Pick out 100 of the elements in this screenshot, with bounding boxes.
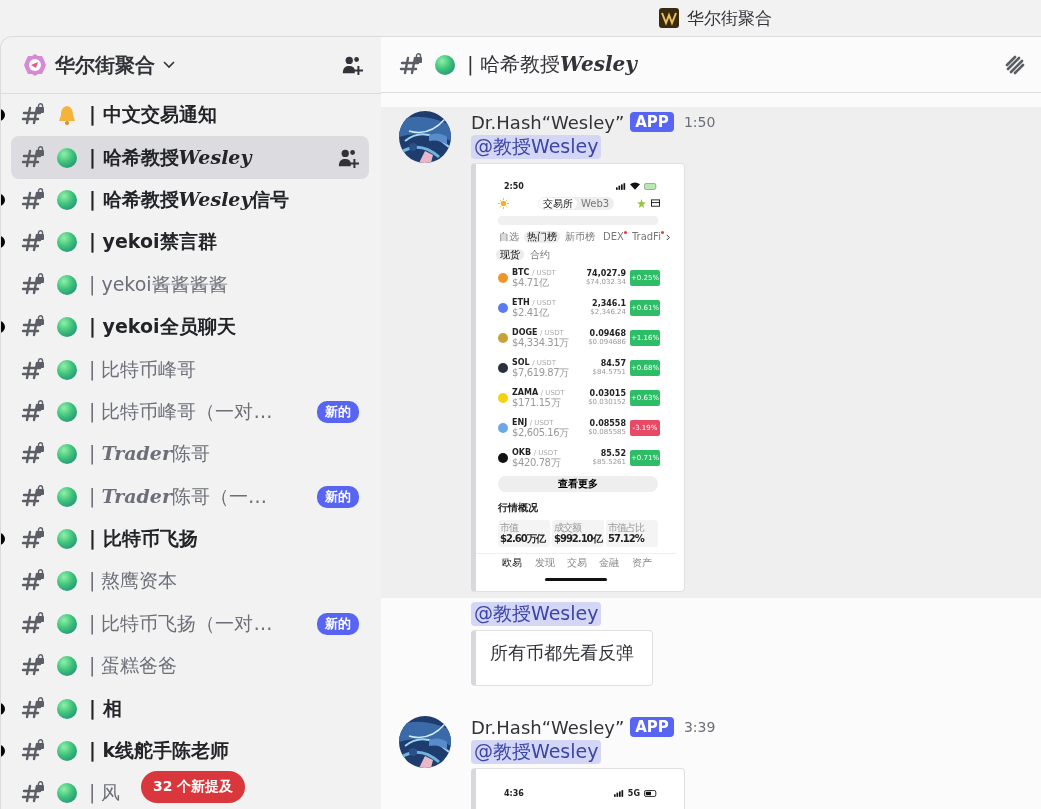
- app-tag: APP: [630, 112, 674, 132]
- channel-name: | yekoi全员聊天: [89, 314, 236, 340]
- channel-item[interactable]: | Trader陈哥: [11, 433, 220, 476]
- market-tab[interactable]: 自选: [496, 231, 522, 243]
- battery-icon: [644, 790, 658, 798]
- coin-volume: $7,619.87万: [512, 367, 569, 379]
- locked-channel-icon: [21, 399, 45, 424]
- locked-channel-icon: [399, 52, 423, 77]
- scan-icon[interactable]: [651, 199, 660, 209]
- coin-volume: $4,334.31万: [512, 337, 569, 349]
- coin-price: 2,346.1: [592, 300, 626, 309]
- author-name[interactable]: Dr.Hash“Wesley”: [471, 716, 625, 738]
- coin-volume: $2.41亿: [512, 307, 550, 319]
- coin-price: 0.09468: [589, 330, 626, 339]
- new-mentions-button[interactable]: 32 个新提及: [141, 771, 246, 803]
- channel-item[interactable]: | 相: [11, 687, 132, 730]
- channel-item[interactable]: | Trader陈哥（一… 新的: [11, 475, 369, 518]
- market-tab[interactable]: TradFi: [628, 231, 664, 243]
- ball-icon: [57, 317, 77, 338]
- mention[interactable]: @教授Wesley: [471, 740, 602, 764]
- stat-card: 市值 $2.60万亿: [498, 519, 550, 547]
- app-tag: APP: [630, 717, 674, 738]
- market-subtab[interactable]: 合约: [526, 248, 554, 261]
- locked-channel-icon: [21, 357, 45, 382]
- mention[interactable]: @教授Wesley: [471, 135, 602, 159]
- section-title: 行情概况: [497, 502, 539, 514]
- channel-item[interactable]: | 比特币飞扬: [11, 517, 208, 561]
- channel-item[interactable]: | 比特币峰哥: [11, 348, 207, 391]
- coin-price: 0.03015: [589, 390, 626, 399]
- channel-item[interactable]: | k线舵手陈老师: [11, 729, 240, 773]
- mode-tab[interactable]: Web3: [577, 197, 614, 210]
- ball-icon: [57, 444, 77, 465]
- channel-item[interactable]: | 蛋糕爸爸: [11, 645, 188, 688]
- mention[interactable]: @教授Wesley: [471, 602, 602, 627]
- ball-icon: [57, 656, 77, 677]
- nav-item[interactable]: 欧易: [502, 556, 523, 569]
- battery-icon: [644, 182, 658, 190]
- channel-name: | Trader陈哥: [89, 441, 210, 467]
- window-title: 华尔街聚合: [687, 6, 772, 30]
- new-badge: 新的: [317, 485, 359, 508]
- coin-volume: $171.15万: [512, 397, 562, 409]
- new-badge: 新的: [317, 612, 359, 635]
- channel-item[interactable]: | 中文交易通知: [11, 94, 227, 137]
- channel-item[interactable]: | yekoi全员聊天: [11, 305, 246, 349]
- channel-item[interactable]: | 熬鹰资本: [11, 560, 188, 603]
- locked-channel-icon: [21, 484, 45, 509]
- view-more-button[interactable]: 查看更多: [498, 476, 658, 493]
- chevron-icon[interactable]: [163, 61, 175, 69]
- bell-icon: [57, 105, 77, 126]
- market-subtab[interactable]: 现货: [496, 248, 524, 261]
- status-time: 4:36: [504, 788, 524, 799]
- channel-item[interactable]: | yekoi酱酱酱酱: [11, 263, 238, 306]
- ball-icon: [57, 783, 77, 804]
- coin-price: 74,027.9: [586, 270, 626, 279]
- ball-icon: [57, 232, 77, 253]
- status-time: 2:50: [504, 181, 524, 191]
- coin-price: 85.52: [600, 450, 626, 459]
- ball-icon: [57, 359, 77, 380]
- market-tab[interactable]: 热门榜: [524, 231, 560, 243]
- market-tab[interactable]: 新币榜: [562, 231, 598, 243]
- timestamp: 3:39: [683, 719, 716, 736]
- locked-channel-icon: [21, 696, 45, 721]
- channel-name: | k线舵手陈老师: [89, 738, 230, 764]
- ball-icon: [57, 486, 77, 507]
- channel-name: | 比特币飞扬（一对…: [89, 610, 273, 637]
- ball-icon: [57, 698, 77, 719]
- channel-item[interactable]: | 比特币峰哥（一对… 新的: [11, 390, 369, 434]
- channel-item[interactable]: | 哈希教授Wesley: [11, 136, 369, 179]
- server-name[interactable]: 华尔街聚合: [55, 51, 155, 79]
- signal-icon: [616, 182, 626, 190]
- channel-name: | 哈希教授Wesley信号: [89, 186, 290, 213]
- channel-item[interactable]: | 哈希教授Wesley信号: [11, 178, 300, 222]
- chevron-icon[interactable]: [665, 233, 671, 241]
- stat-card: 市值占比 57.12%: [606, 519, 658, 547]
- nav-item[interactable]: 金融: [599, 556, 620, 569]
- mode-tab[interactable]: 交易所: [539, 197, 577, 210]
- author-name[interactable]: Dr.Hash“Wesley”: [471, 111, 625, 133]
- ball-icon: [57, 274, 77, 295]
- channel-item[interactable]: | 比特币飞扬（一对… 新的: [11, 602, 369, 646]
- star-icon[interactable]: [637, 199, 646, 209]
- ball-icon: [57, 741, 77, 762]
- channel-name: | 熬鹰资本: [89, 568, 178, 594]
- nav-item[interactable]: 资产: [631, 556, 652, 569]
- channel-name: | 相: [89, 695, 122, 722]
- coin-volume: $4.71亿: [512, 277, 550, 289]
- channel-name: | 比特币飞扬: [89, 526, 198, 552]
- market-tab[interactable]: DEX: [600, 231, 627, 243]
- invite-icon[interactable]: [341, 54, 363, 76]
- channel-name: | 比特币峰哥（一对…: [89, 398, 273, 425]
- channel-item[interactable]: | 风: [11, 772, 131, 809]
- locked-channel-icon: [21, 187, 45, 212]
- signal-icon: [613, 790, 624, 798]
- locked-channel-icon: [21, 272, 45, 297]
- logo-icon: [659, 8, 679, 28]
- nav-item[interactable]: 发现: [534, 556, 555, 569]
- server-icon[interactable]: [23, 53, 47, 77]
- channel-item[interactable]: | yekoi禁言群: [11, 221, 227, 264]
- timestamp: 1:50: [683, 114, 716, 130]
- nav-item[interactable]: 交易: [566, 556, 587, 569]
- coin-price: 84.57: [600, 360, 626, 369]
